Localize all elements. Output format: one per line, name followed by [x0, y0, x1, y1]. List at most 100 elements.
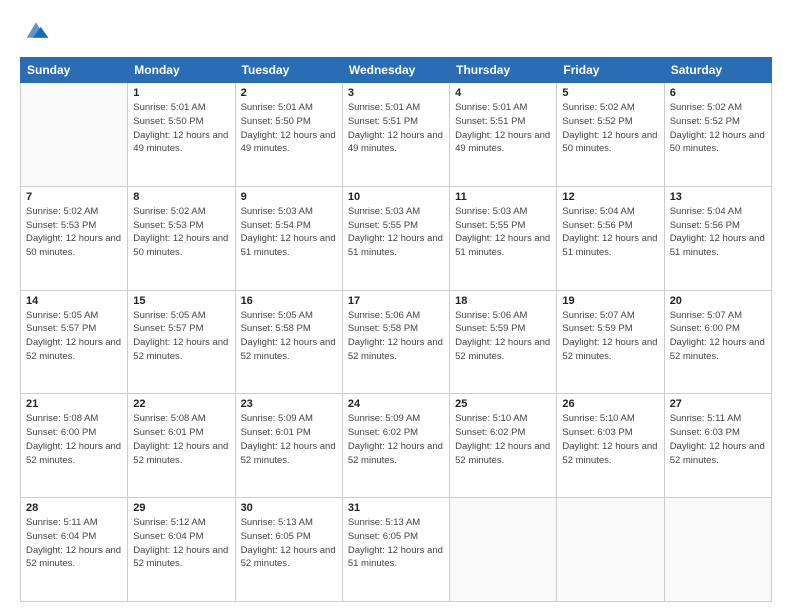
calendar-cell: 6 Sunrise: 5:02 AMSunset: 5:52 PMDayligh…	[664, 83, 771, 187]
day-detail: Sunrise: 5:13 AMSunset: 6:05 PMDaylight:…	[348, 516, 444, 571]
header	[20, 16, 772, 49]
calendar-cell: 15 Sunrise: 5:05 AMSunset: 5:57 PMDaylig…	[128, 290, 235, 394]
day-number: 15	[133, 295, 229, 307]
day-detail: Sunrise: 5:07 AMSunset: 5:59 PMDaylight:…	[562, 309, 658, 364]
calendar-cell: 8 Sunrise: 5:02 AMSunset: 5:53 PMDayligh…	[128, 186, 235, 290]
calendar-cell: 22 Sunrise: 5:08 AMSunset: 6:01 PMDaylig…	[128, 394, 235, 498]
day-detail: Sunrise: 5:01 AMSunset: 5:51 PMDaylight:…	[455, 101, 551, 156]
day-number: 28	[26, 502, 122, 514]
day-detail: Sunrise: 5:02 AMSunset: 5:52 PMDaylight:…	[670, 101, 766, 156]
week-row-4: 21 Sunrise: 5:08 AMSunset: 6:00 PMDaylig…	[21, 394, 772, 498]
calendar-cell: 17 Sunrise: 5:06 AMSunset: 5:58 PMDaylig…	[342, 290, 449, 394]
day-detail: Sunrise: 5:02 AMSunset: 5:52 PMDaylight:…	[562, 101, 658, 156]
calendar-cell: 31 Sunrise: 5:13 AMSunset: 6:05 PMDaylig…	[342, 498, 449, 602]
calendar-cell: 5 Sunrise: 5:02 AMSunset: 5:52 PMDayligh…	[557, 83, 664, 187]
day-number: 5	[562, 87, 658, 99]
page: SundayMondayTuesdayWednesdayThursdayFrid…	[0, 0, 792, 612]
week-row-5: 28 Sunrise: 5:11 AMSunset: 6:04 PMDaylig…	[21, 498, 772, 602]
weekday-header-saturday: Saturday	[664, 58, 771, 83]
calendar-cell: 30 Sunrise: 5:13 AMSunset: 6:05 PMDaylig…	[235, 498, 342, 602]
calendar-cell: 2 Sunrise: 5:01 AMSunset: 5:50 PMDayligh…	[235, 83, 342, 187]
calendar-cell: 12 Sunrise: 5:04 AMSunset: 5:56 PMDaylig…	[557, 186, 664, 290]
day-detail: Sunrise: 5:01 AMSunset: 5:50 PMDaylight:…	[133, 101, 229, 156]
day-number: 20	[670, 295, 766, 307]
day-number: 31	[348, 502, 444, 514]
day-number: 29	[133, 502, 229, 514]
calendar-cell	[557, 498, 664, 602]
calendar-cell: 23 Sunrise: 5:09 AMSunset: 6:01 PMDaylig…	[235, 394, 342, 498]
day-number: 11	[455, 191, 551, 203]
day-detail: Sunrise: 5:01 AMSunset: 5:50 PMDaylight:…	[241, 101, 337, 156]
day-number: 10	[348, 191, 444, 203]
calendar-cell: 3 Sunrise: 5:01 AMSunset: 5:51 PMDayligh…	[342, 83, 449, 187]
weekday-header-thursday: Thursday	[450, 58, 557, 83]
day-detail: Sunrise: 5:02 AMSunset: 5:53 PMDaylight:…	[133, 205, 229, 260]
day-number: 3	[348, 87, 444, 99]
day-number: 13	[670, 191, 766, 203]
weekday-header-sunday: Sunday	[21, 58, 128, 83]
calendar-cell: 19 Sunrise: 5:07 AMSunset: 5:59 PMDaylig…	[557, 290, 664, 394]
day-detail: Sunrise: 5:10 AMSunset: 6:02 PMDaylight:…	[455, 412, 551, 467]
day-detail: Sunrise: 5:02 AMSunset: 5:53 PMDaylight:…	[26, 205, 122, 260]
day-detail: Sunrise: 5:05 AMSunset: 5:58 PMDaylight:…	[241, 309, 337, 364]
calendar-cell: 25 Sunrise: 5:10 AMSunset: 6:02 PMDaylig…	[450, 394, 557, 498]
day-number: 21	[26, 398, 122, 410]
day-number: 9	[241, 191, 337, 203]
day-number: 18	[455, 295, 551, 307]
calendar-cell: 7 Sunrise: 5:02 AMSunset: 5:53 PMDayligh…	[21, 186, 128, 290]
day-number: 16	[241, 295, 337, 307]
day-number: 23	[241, 398, 337, 410]
day-detail: Sunrise: 5:06 AMSunset: 5:59 PMDaylight:…	[455, 309, 551, 364]
calendar-cell: 11 Sunrise: 5:03 AMSunset: 5:55 PMDaylig…	[450, 186, 557, 290]
day-number: 1	[133, 87, 229, 99]
calendar-cell	[450, 498, 557, 602]
day-detail: Sunrise: 5:09 AMSunset: 6:01 PMDaylight:…	[241, 412, 337, 467]
day-detail: Sunrise: 5:08 AMSunset: 6:00 PMDaylight:…	[26, 412, 122, 467]
weekday-header-tuesday: Tuesday	[235, 58, 342, 83]
calendar-cell: 4 Sunrise: 5:01 AMSunset: 5:51 PMDayligh…	[450, 83, 557, 187]
weekday-header-monday: Monday	[128, 58, 235, 83]
day-detail: Sunrise: 5:04 AMSunset: 5:56 PMDaylight:…	[670, 205, 766, 260]
calendar-cell: 27 Sunrise: 5:11 AMSunset: 6:03 PMDaylig…	[664, 394, 771, 498]
calendar-cell: 9 Sunrise: 5:03 AMSunset: 5:54 PMDayligh…	[235, 186, 342, 290]
day-number: 14	[26, 295, 122, 307]
logo	[20, 16, 50, 49]
day-number: 17	[348, 295, 444, 307]
day-number: 2	[241, 87, 337, 99]
week-row-3: 14 Sunrise: 5:05 AMSunset: 5:57 PMDaylig…	[21, 290, 772, 394]
calendar-cell: 10 Sunrise: 5:03 AMSunset: 5:55 PMDaylig…	[342, 186, 449, 290]
calendar-cell: 13 Sunrise: 5:04 AMSunset: 5:56 PMDaylig…	[664, 186, 771, 290]
day-number: 6	[670, 87, 766, 99]
calendar-cell: 16 Sunrise: 5:05 AMSunset: 5:58 PMDaylig…	[235, 290, 342, 394]
day-detail: Sunrise: 5:09 AMSunset: 6:02 PMDaylight:…	[348, 412, 444, 467]
day-detail: Sunrise: 5:13 AMSunset: 6:05 PMDaylight:…	[241, 516, 337, 571]
week-row-2: 7 Sunrise: 5:02 AMSunset: 5:53 PMDayligh…	[21, 186, 772, 290]
calendar-cell: 26 Sunrise: 5:10 AMSunset: 6:03 PMDaylig…	[557, 394, 664, 498]
calendar-cell: 1 Sunrise: 5:01 AMSunset: 5:50 PMDayligh…	[128, 83, 235, 187]
calendar-cell: 20 Sunrise: 5:07 AMSunset: 6:00 PMDaylig…	[664, 290, 771, 394]
calendar-cell: 14 Sunrise: 5:05 AMSunset: 5:57 PMDaylig…	[21, 290, 128, 394]
day-number: 25	[455, 398, 551, 410]
weekday-header-friday: Friday	[557, 58, 664, 83]
day-detail: Sunrise: 5:05 AMSunset: 5:57 PMDaylight:…	[26, 309, 122, 364]
day-number: 12	[562, 191, 658, 203]
day-detail: Sunrise: 5:08 AMSunset: 6:01 PMDaylight:…	[133, 412, 229, 467]
calendar-cell	[664, 498, 771, 602]
day-detail: Sunrise: 5:01 AMSunset: 5:51 PMDaylight:…	[348, 101, 444, 156]
day-detail: Sunrise: 5:04 AMSunset: 5:56 PMDaylight:…	[562, 205, 658, 260]
logo-icon	[22, 16, 50, 44]
calendar-cell: 18 Sunrise: 5:06 AMSunset: 5:59 PMDaylig…	[450, 290, 557, 394]
day-number: 27	[670, 398, 766, 410]
day-number: 26	[562, 398, 658, 410]
day-number: 22	[133, 398, 229, 410]
day-detail: Sunrise: 5:07 AMSunset: 6:00 PMDaylight:…	[670, 309, 766, 364]
day-detail: Sunrise: 5:11 AMSunset: 6:04 PMDaylight:…	[26, 516, 122, 571]
calendar-table: SundayMondayTuesdayWednesdayThursdayFrid…	[20, 57, 772, 602]
calendar-cell: 29 Sunrise: 5:12 AMSunset: 6:04 PMDaylig…	[128, 498, 235, 602]
day-number: 8	[133, 191, 229, 203]
day-detail: Sunrise: 5:12 AMSunset: 6:04 PMDaylight:…	[133, 516, 229, 571]
calendar-cell	[21, 83, 128, 187]
calendar-cell: 21 Sunrise: 5:08 AMSunset: 6:00 PMDaylig…	[21, 394, 128, 498]
calendar-cell: 24 Sunrise: 5:09 AMSunset: 6:02 PMDaylig…	[342, 394, 449, 498]
day-number: 24	[348, 398, 444, 410]
